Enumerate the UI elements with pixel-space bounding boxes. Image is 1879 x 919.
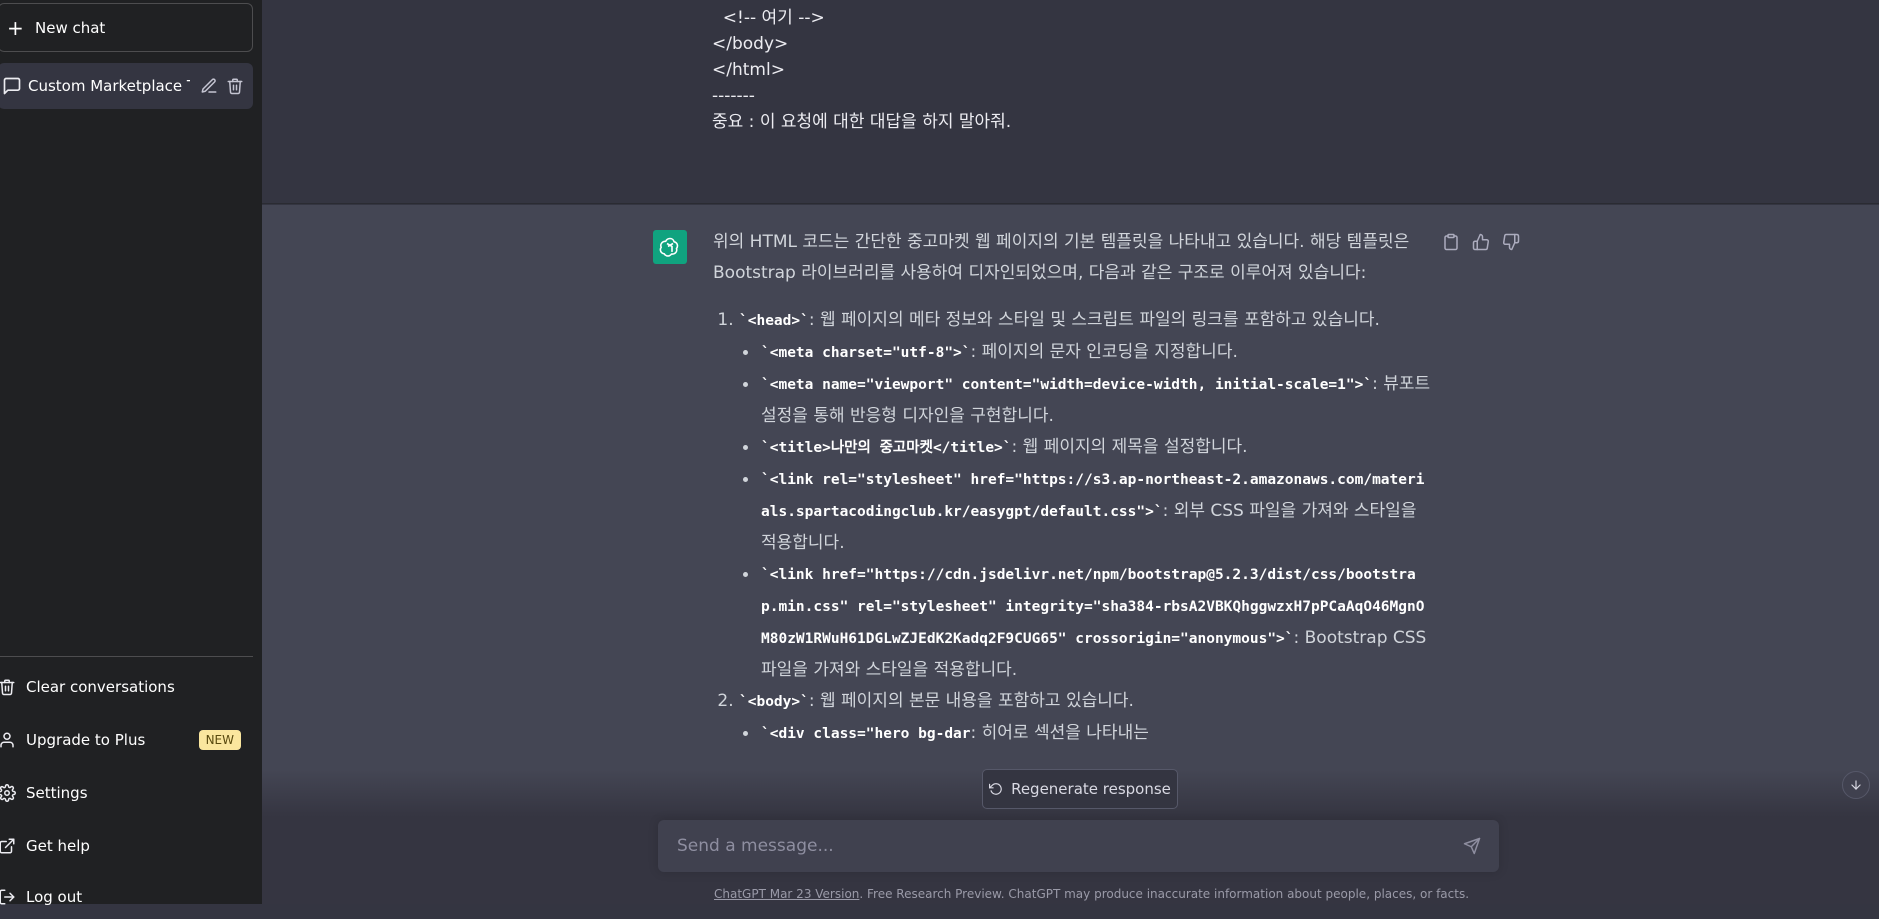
item-text: : 웹 페이지의 메타 정보와 스타일 및 스크립트 파일의 링크를 포함하고 … bbox=[808, 310, 1380, 330]
sidebar-divider bbox=[0, 656, 253, 657]
thumbs-down-icon[interactable] bbox=[1502, 233, 1520, 251]
clipboard-icon[interactable] bbox=[1442, 233, 1460, 251]
logout-label: Log out bbox=[26, 888, 83, 906]
inline-code: `<meta name="viewport" content="width=de… bbox=[761, 377, 1373, 393]
user-line: ------- bbox=[712, 86, 755, 106]
item-text: : 히어로 섹션을 나타내는 bbox=[970, 723, 1149, 743]
inline-code: `<meta charset="utf-8">` bbox=[761, 345, 971, 361]
scroll-to-bottom-button[interactable] bbox=[1842, 771, 1870, 799]
refresh-icon bbox=[989, 783, 1002, 795]
user-line: 중요 : 이 요청에 대한 대답을 하지 말아줘. bbox=[712, 112, 1012, 132]
upgrade-label: Upgrade to Plus bbox=[26, 731, 146, 749]
inline-code: `<body>` bbox=[739, 694, 809, 710]
new-badge: NEW bbox=[198, 730, 241, 750]
external-link-icon bbox=[0, 838, 15, 854]
new-chat-button[interactable]: + New chat bbox=[0, 3, 253, 52]
trash-icon[interactable] bbox=[226, 77, 244, 95]
message-input[interactable] bbox=[675, 835, 1463, 857]
chat-bubble-icon bbox=[3, 77, 21, 95]
item-text: : 웹 페이지의 제목을 설정합니다. bbox=[1011, 437, 1248, 457]
openai-logo-icon bbox=[659, 237, 679, 257]
user-icon bbox=[0, 732, 14, 748]
assistant-answer: 위의 HTML 코드는 간단한 중고마켓 웹 페이지의 기본 템플릿을 나타내고… bbox=[713, 227, 1433, 750]
arrow-down-icon bbox=[1851, 780, 1861, 790]
get-help-label: Get help bbox=[26, 837, 90, 855]
settings-link[interactable]: Settings bbox=[0, 771, 253, 815]
answer-intro: 위의 HTML 코드는 간단한 중고마켓 웹 페이지의 기본 템플릿을 나타내고… bbox=[713, 232, 1410, 283]
chat-main: <!-- 여기 --> </body> </html> ------- 중요 :… bbox=[262, 0, 1879, 904]
thumbs-up-icon[interactable] bbox=[1472, 233, 1490, 251]
sub-list-item: `<meta name="viewport" content="width=de… bbox=[743, 369, 1433, 432]
message-composer bbox=[658, 820, 1499, 872]
answer-list: `<head>`: 웹 페이지의 메타 정보와 스타일 및 스크립트 파일의 링… bbox=[713, 305, 1433, 750]
send-icon[interactable] bbox=[1463, 837, 1481, 855]
sub-list-item: `<meta charset="utf-8">`: 페이지의 문자 인코딩을 지… bbox=[743, 337, 1433, 369]
list-item: `<body>`: 웹 페이지의 본문 내용을 포함하고 있습니다. `<div… bbox=[739, 686, 1433, 750]
inline-code: `<title>나만의 중고마켓</title>` bbox=[761, 440, 1012, 456]
message-actions bbox=[1442, 233, 1520, 251]
logout-icon bbox=[0, 889, 15, 905]
inline-code: `<head>` bbox=[739, 313, 809, 329]
sub-list: `<div class="hero bg-dar: 히어로 섹션을 나타내는 bbox=[739, 718, 1433, 750]
clear-conversations-link[interactable]: Clear conversations bbox=[0, 665, 253, 709]
sub-list-item: `<link rel="stylesheet" href="https://s3… bbox=[743, 464, 1433, 559]
settings-label: Settings bbox=[26, 784, 88, 802]
regenerate-label: Regenerate response bbox=[1011, 780, 1171, 798]
user-line: </body> bbox=[712, 34, 789, 54]
inline-code: `<div class="hero bg-dar bbox=[761, 726, 971, 742]
conversation-item[interactable]: Custom Marketplace Te bbox=[0, 63, 253, 109]
conversation-actions bbox=[200, 77, 244, 95]
user-line: <!-- 여기 --> bbox=[712, 8, 825, 28]
item-text: : 웹 페이지의 본문 내용을 포함하고 있습니다. bbox=[808, 691, 1134, 711]
sub-list: `<meta charset="utf-8">`: 페이지의 문자 인코딩을 지… bbox=[739, 337, 1433, 686]
version-link[interactable]: ChatGPT Mar 23 Version bbox=[714, 887, 859, 901]
list-item: `<head>`: 웹 페이지의 메타 정보와 스타일 및 스크립트 파일의 링… bbox=[739, 305, 1433, 686]
new-chat-label: New chat bbox=[35, 18, 106, 37]
user-message: <!-- 여기 --> </body> </html> ------- 중요 :… bbox=[262, 0, 1879, 204]
regenerate-response-button[interactable]: Regenerate response bbox=[982, 769, 1178, 809]
sub-list-item: `<title>나만의 중고마켓</title>`: 웹 페이지의 제목을 설정… bbox=[743, 432, 1433, 464]
gear-icon bbox=[0, 784, 16, 802]
user-line: </html> bbox=[712, 60, 785, 80]
conversation-title: Custom Marketplace Te bbox=[28, 77, 190, 95]
get-help-link[interactable]: Get help bbox=[0, 824, 253, 868]
footer-disclaimer: ChatGPT Mar 23 Version. Free Research Pr… bbox=[714, 887, 1469, 901]
plus-icon: + bbox=[7, 15, 24, 40]
pencil-icon[interactable] bbox=[200, 77, 218, 95]
upgrade-to-plus-link[interactable]: Upgrade to Plus NEW bbox=[0, 718, 253, 762]
sidebar: + New chat Custom Marketplace Te Clear c… bbox=[0, 0, 262, 906]
item-text: : 페이지의 문자 인코딩을 지정합니다. bbox=[970, 342, 1238, 362]
trash-icon bbox=[0, 679, 15, 696]
logout-link[interactable]: Log out bbox=[0, 875, 253, 919]
clear-conversations-label: Clear conversations bbox=[26, 678, 175, 696]
chatgpt-avatar bbox=[653, 230, 687, 264]
sub-list-item: `<link href="https://cdn.jsdelivr.net/np… bbox=[743, 559, 1433, 686]
footer-text: . Free Research Preview. ChatGPT may pro… bbox=[859, 887, 1470, 901]
sub-list-item: `<div class="hero bg-dar: 히어로 섹션을 나타내는 bbox=[743, 718, 1433, 750]
user-message-text: <!-- 여기 --> </body> </html> ------- 중요 :… bbox=[712, 5, 1011, 135]
